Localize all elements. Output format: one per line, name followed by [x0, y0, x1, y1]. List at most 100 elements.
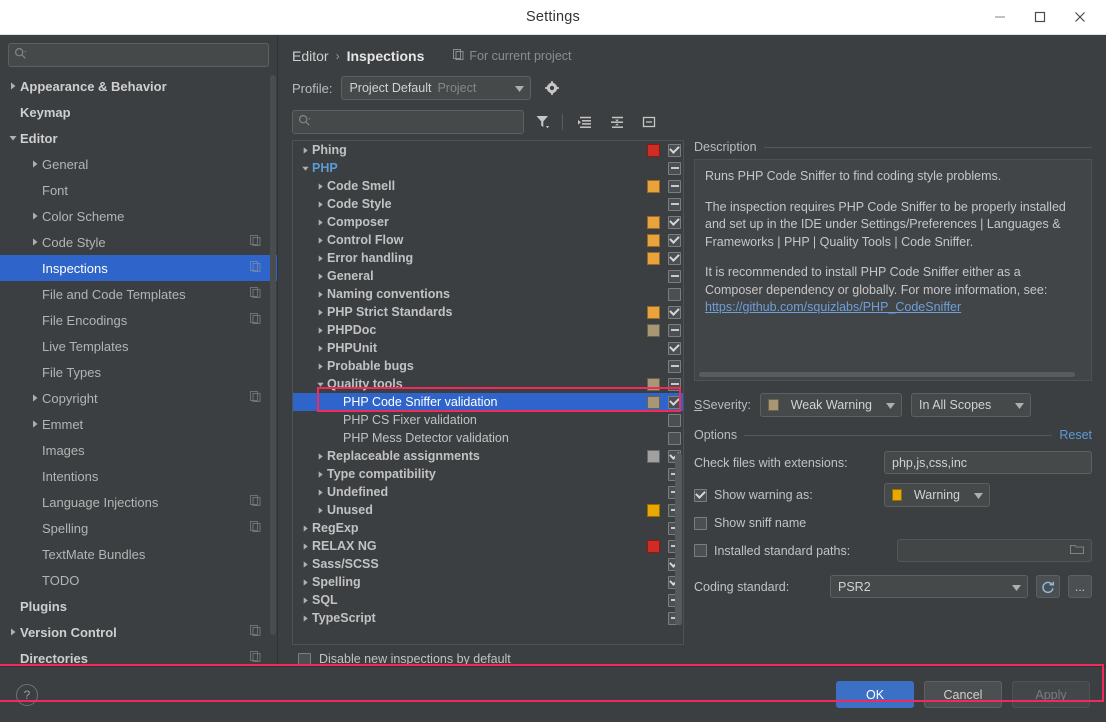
chevron-right-icon[interactable] [299, 578, 312, 587]
tree-row-checkbox[interactable] [668, 395, 681, 409]
sidebar-item-font[interactable]: Font [0, 177, 277, 203]
tree-row[interactable]: Quality tools [293, 375, 683, 393]
sidebar-item-general[interactable]: General [0, 151, 277, 177]
chevron-right-icon[interactable] [314, 488, 327, 497]
sidebar-item-color-scheme[interactable]: Color Scheme [0, 203, 277, 229]
disable-new-inspections-checkbox[interactable] [298, 652, 311, 666]
tree-row[interactable]: Replaceable assignments [293, 447, 683, 465]
sidebar-item-todo[interactable]: TODO [0, 567, 277, 593]
sidebar-item-directories[interactable]: Directories [0, 645, 277, 666]
sidebar-item-spelling[interactable]: Spelling [0, 515, 277, 541]
chevron-right-icon[interactable] [299, 596, 312, 605]
tree-row[interactable]: General [293, 267, 683, 285]
cancel-button[interactable]: Cancel [924, 681, 1002, 708]
tree-row[interactable]: Control Flow [293, 231, 683, 249]
chevron-right-icon[interactable] [314, 308, 327, 317]
tree-row[interactable]: PHP Strict Standards [293, 303, 683, 321]
chevron-right-icon[interactable] [314, 218, 327, 227]
chevron-right-icon[interactable] [314, 200, 327, 209]
installed-paths-checkbox[interactable] [694, 544, 707, 557]
tree-row[interactable]: PHP CS Fixer validation [293, 411, 683, 429]
tree-row[interactable]: Naming conventions [293, 285, 683, 303]
tree-row[interactable]: Unused [293, 501, 683, 519]
sidebar-item-keymap[interactable]: Keymap [0, 99, 277, 125]
profile-combo[interactable]: Project Default Project [341, 76, 532, 100]
tree-row[interactable]: PHPUnit [293, 339, 683, 357]
tree-row[interactable]: Error handling [293, 249, 683, 267]
tree-row[interactable]: Spelling [293, 573, 683, 591]
tree-row-checkbox[interactable] [668, 197, 681, 211]
chevron-right-icon[interactable] [299, 542, 312, 551]
reset-link[interactable]: Reset [1059, 428, 1092, 442]
ok-button[interactable]: OK [836, 681, 914, 708]
sidebar-item-intentions[interactable]: Intentions [0, 463, 277, 489]
sidebar-item-editor[interactable]: Editor [0, 125, 277, 151]
browse-more-button[interactable]: ... [1068, 575, 1092, 598]
show-warning-checkbox[interactable] [694, 488, 707, 502]
code-sniffer-link[interactable]: https://github.com/squizlabs/PHP_CodeSni… [705, 300, 961, 314]
help-button[interactable]: ? [16, 683, 38, 706]
tree-row-checkbox[interactable] [668, 215, 681, 229]
gear-icon[interactable] [544, 80, 560, 96]
sidebar-item-language-injections[interactable]: Language Injections [0, 489, 277, 515]
chevron-right-icon[interactable] [28, 211, 42, 221]
tree-row-checkbox[interactable] [668, 323, 681, 337]
tree-row-checkbox[interactable] [668, 413, 681, 427]
tree-row-checkbox[interactable] [668, 341, 681, 355]
chevron-down-icon[interactable] [6, 133, 20, 143]
scope-combo[interactable]: In All Scopes [910, 393, 1031, 417]
breadcrumb-parent[interactable]: Editor [292, 48, 329, 64]
coding-standard-combo[interactable]: PSR2 [830, 575, 1028, 598]
chevron-right-icon[interactable] [314, 506, 327, 515]
chevron-right-icon[interactable] [314, 470, 327, 479]
chevron-right-icon[interactable] [314, 182, 327, 191]
sidebar-item-emmet[interactable]: Emmet [0, 411, 277, 437]
show-sniff-checkbox[interactable] [694, 516, 707, 530]
sidebar-item-live-templates[interactable]: Live Templates [0, 333, 277, 359]
tree-row[interactable]: Undefined [293, 483, 683, 501]
tree-row[interactable]: Type compatibility [293, 465, 683, 483]
inspection-search-box[interactable] [292, 110, 524, 134]
tree-row-checkbox[interactable] [668, 431, 681, 445]
description-scrollbar[interactable] [699, 372, 1075, 377]
chevron-right-icon[interactable] [6, 81, 20, 91]
sidebar-item-copyright[interactable]: Copyright [0, 385, 277, 411]
tree-row[interactable]: Sass/SCSS [293, 555, 683, 573]
refresh-icon[interactable] [1036, 575, 1060, 598]
sidebar-item-version-control[interactable]: Version Control [0, 619, 277, 645]
chevron-right-icon[interactable] [314, 452, 327, 461]
chevron-right-icon[interactable] [28, 393, 42, 403]
tree-scrollbar[interactable] [675, 453, 682, 625]
tree-row[interactable]: SQL [293, 591, 683, 609]
tree-row-checkbox[interactable] [668, 161, 681, 175]
sidebar-item-code-style[interactable]: Code Style [0, 229, 277, 255]
chevron-down-icon[interactable] [299, 164, 312, 173]
sidebar-item-inspections[interactable]: Inspections [0, 255, 277, 281]
chevron-right-icon[interactable] [314, 254, 327, 263]
expand-all-icon[interactable] [572, 110, 598, 134]
tree-row-checkbox[interactable] [668, 233, 681, 247]
tree-row[interactable]: PHP Mess Detector validation [293, 429, 683, 447]
sidebar-item-images[interactable]: Images [0, 437, 277, 463]
tree-row-checkbox[interactable] [668, 305, 681, 319]
tree-row-checkbox[interactable] [668, 377, 681, 391]
chevron-right-icon[interactable] [299, 524, 312, 533]
group-by-icon[interactable] [636, 110, 662, 134]
tree-row[interactable]: PHP Code Sniffer validation [293, 393, 683, 411]
folder-icon[interactable] [1069, 543, 1085, 558]
tree-row[interactable]: Phing [293, 141, 683, 159]
tree-row-checkbox[interactable] [668, 251, 681, 265]
tree-row[interactable]: Probable bugs [293, 357, 683, 375]
chevron-down-icon[interactable] [314, 380, 327, 389]
chevron-right-icon[interactable] [28, 159, 42, 169]
chevron-right-icon[interactable] [314, 290, 327, 299]
sidebar-search-box[interactable] [8, 43, 269, 67]
sidebar-item-file-and-code-templates[interactable]: File and Code Templates [0, 281, 277, 307]
chevron-right-icon[interactable] [299, 560, 312, 569]
sidebar-search-input[interactable] [31, 47, 263, 63]
filter-icon[interactable] [530, 110, 556, 134]
tree-row[interactable]: Composer [293, 213, 683, 231]
sidebar-item-appearance-behavior[interactable]: Appearance & Behavior [0, 73, 277, 99]
inspection-tree[interactable]: Phing PHP Code Smell Code Style Composer Cont… [292, 140, 684, 645]
sidebar-scrollbar[interactable] [270, 75, 276, 635]
